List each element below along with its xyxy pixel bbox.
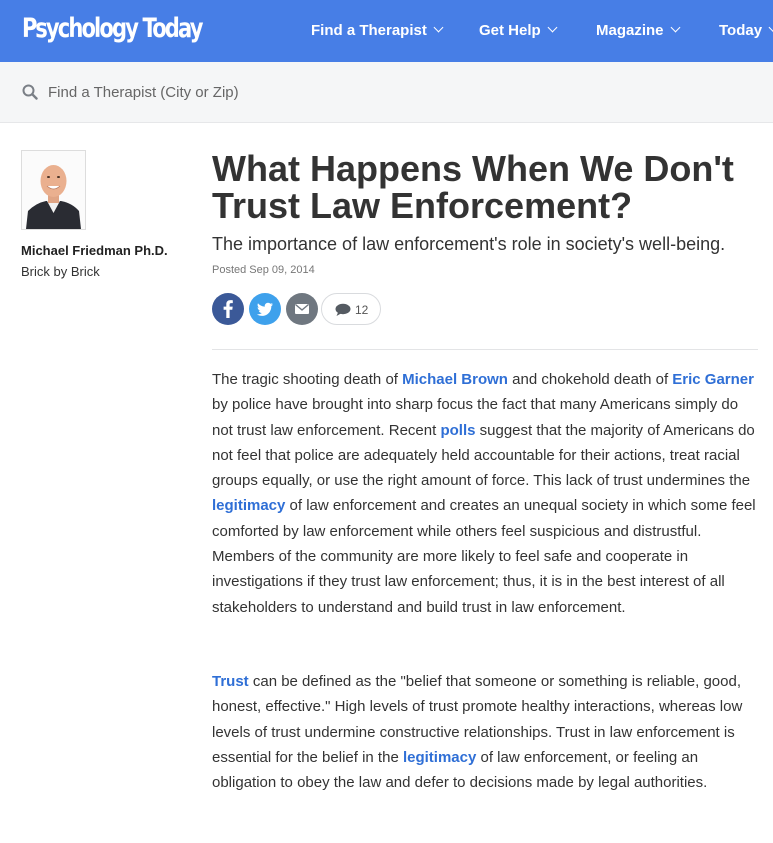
facebook-share-button[interactable] bbox=[212, 293, 244, 325]
author-photo-image bbox=[22, 151, 85, 229]
email-icon bbox=[295, 303, 309, 314]
search-icon[interactable] bbox=[22, 84, 38, 100]
article-paragraph: Trust can be defined as the "belief that… bbox=[212, 669, 762, 795]
site-logo[interactable]: Psychology Today bbox=[22, 13, 203, 44]
nav-item-find-therapist[interactable]: Find a Therapist bbox=[311, 22, 444, 42]
nav-item-get-help[interactable]: Get Help bbox=[479, 22, 558, 42]
comments-button[interactable]: 12 bbox=[321, 293, 381, 325]
nav-item-label: Get Help bbox=[479, 22, 541, 39]
paragraph-text: and chokehold death of bbox=[507, 371, 673, 388]
twitter-icon bbox=[256, 302, 273, 316]
paragraph-text: of law enforcement and creates an unequa… bbox=[212, 497, 756, 616]
email-share-button[interactable] bbox=[286, 293, 318, 325]
divider bbox=[212, 349, 758, 350]
link-michael-brown[interactable]: Michael Brown bbox=[402, 371, 508, 388]
chevron-down-icon bbox=[768, 22, 773, 33]
link-legitimacy[interactable]: legitimacy bbox=[403, 749, 476, 766]
nav-item-today[interactable]: Today bbox=[719, 22, 773, 42]
article-paragraph: The tragic shooting death of Michael Bro… bbox=[212, 367, 762, 620]
link-eric-garner[interactable]: Eric Garner bbox=[672, 371, 754, 388]
top-nav-bar: Psychology Today Find a Therapist Get He… bbox=[0, 0, 773, 62]
nav-item-label: Magazine bbox=[596, 22, 664, 39]
twitter-share-button[interactable] bbox=[249, 293, 281, 325]
paragraph-text: The tragic shooting death of bbox=[212, 371, 403, 388]
link-legitimacy[interactable]: legitimacy bbox=[212, 497, 285, 514]
article-subtitle: The importance of law enforcement's role… bbox=[212, 234, 726, 254]
comment-icon bbox=[335, 303, 351, 316]
chevron-down-icon bbox=[433, 22, 444, 33]
nav-item-magazine[interactable]: Magazine bbox=[596, 22, 680, 42]
facebook-icon bbox=[223, 300, 233, 318]
link-polls[interactable]: polls bbox=[440, 422, 475, 439]
nav-item-label: Today bbox=[719, 22, 763, 39]
link-trust[interactable]: Trust bbox=[212, 673, 249, 690]
avatar[interactable] bbox=[21, 150, 86, 230]
therapist-search-input[interactable] bbox=[48, 80, 448, 104]
author-name[interactable]: Michael Friedman Ph.D. bbox=[21, 243, 168, 258]
article-title: What Happens When We Don't Trust Law Enf… bbox=[212, 148, 734, 226]
chevron-down-icon bbox=[670, 22, 680, 33]
comment-count: 12 bbox=[355, 303, 369, 317]
posted-date: Posted Sep 09, 2014 bbox=[212, 264, 315, 276]
nav-item-label: Find a Therapist bbox=[311, 22, 427, 39]
chevron-down-icon bbox=[547, 22, 558, 33]
blog-name[interactable]: Brick by Brick bbox=[21, 264, 100, 279]
